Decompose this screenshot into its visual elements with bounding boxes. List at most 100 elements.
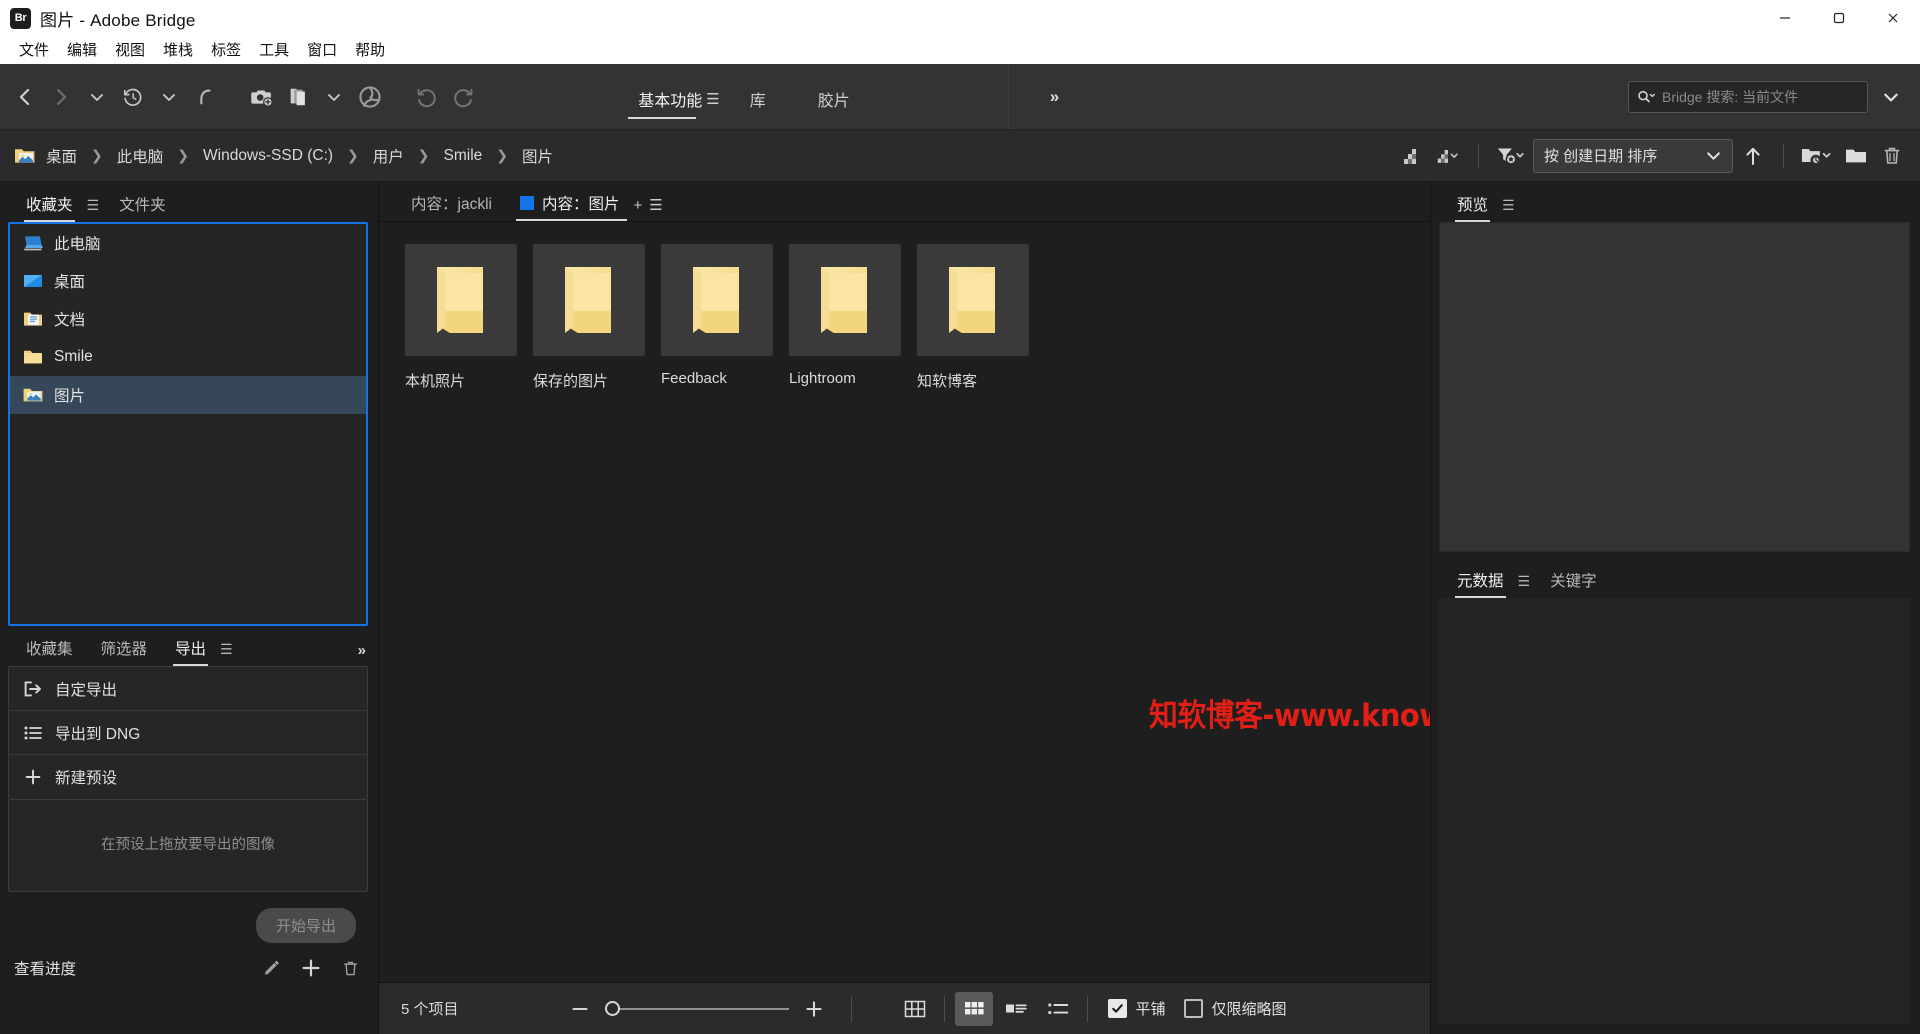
copy-chevron-down-icon[interactable]	[317, 77, 351, 117]
close-icon[interactable]	[1866, 0, 1920, 36]
sort-direction-arrow-up-icon[interactable]	[1737, 139, 1769, 173]
favorite-item-computer[interactable]: 此电脑	[10, 224, 366, 262]
grid-view-icon[interactable]	[896, 992, 934, 1026]
tab-preview[interactable]: 预览	[1443, 193, 1502, 222]
preview-hamburger-icon[interactable]: ☰	[1502, 197, 1521, 222]
metadata-panel: 元数据 ☰ 关键字	[1431, 558, 1920, 1034]
breadcrumb-item-3[interactable]: 用户	[367, 142, 410, 170]
trash-icon[interactable]	[341, 959, 360, 978]
recent-folders-icon[interactable]	[1798, 139, 1836, 173]
workspace-overflow-button[interactable]: »	[1008, 64, 1100, 129]
breadcrumb-item-4[interactable]: Smile	[438, 144, 489, 168]
favorites-hamburger-icon[interactable]: ☰	[87, 197, 106, 222]
copy-files-icon[interactable]	[281, 77, 315, 117]
export-hamburger-icon[interactable]: ☰	[220, 641, 239, 666]
tab-metadata[interactable]: 元数据	[1443, 569, 1518, 598]
thumbnail-only-checkbox-group[interactable]: 仅限缩略图	[1183, 998, 1287, 1019]
details-view-icon[interactable]	[997, 992, 1035, 1026]
menu-edit[interactable]: 编辑	[58, 37, 106, 62]
path-bar-actions: 按 创建日期 排序	[1396, 138, 1908, 173]
delete-icon[interactable]	[1876, 139, 1908, 173]
maximize-icon[interactable]	[1812, 0, 1866, 36]
thumbnail-size-slider[interactable]	[604, 999, 789, 1019]
grid-item[interactable]: 保存的图片	[533, 244, 645, 391]
menu-label[interactable]: 标签	[202, 37, 250, 62]
rating-filter-menu-icon[interactable]	[1432, 139, 1464, 173]
breadcrumb-item-5[interactable]: 图片	[516, 142, 559, 170]
tile-checkbox[interactable]	[1107, 999, 1127, 1018]
thumbnail-only-checkbox[interactable]	[1183, 999, 1203, 1018]
minimize-icon[interactable]	[1758, 0, 1812, 36]
menu-stacks[interactable]: 堆栈	[154, 37, 202, 62]
metadata-hamburger-icon[interactable]: ☰	[1518, 573, 1537, 598]
back-icon[interactable]	[8, 77, 42, 117]
workspace-tab-library[interactable]: 库	[724, 87, 792, 119]
menu-file[interactable]: 文件	[10, 37, 58, 62]
menu-view[interactable]: 视图	[106, 37, 154, 62]
rotate-cw-icon[interactable]	[446, 77, 480, 117]
content-tab-pictures[interactable]: 内容：图片	[506, 192, 634, 221]
tab-keywords[interactable]: 关键字	[1536, 569, 1611, 598]
favorite-item-documents[interactable]: 文档	[10, 300, 366, 338]
history-chevron-down-icon[interactable]	[152, 77, 186, 117]
tab-favorites[interactable]: 收藏夹	[12, 193, 87, 222]
export-dropzone[interactable]: 在预设上拖放要导出的图像	[8, 800, 368, 892]
breadcrumb-item-0[interactable]: 桌面	[40, 142, 83, 170]
tab-export[interactable]: 导出	[161, 637, 220, 666]
rating-filter-icon[interactable]	[1396, 139, 1428, 173]
export-preset-custom[interactable]: 自定导出	[9, 667, 367, 711]
favorite-item-desktop[interactable]: 桌面	[10, 262, 366, 300]
plus-icon[interactable]	[301, 958, 321, 978]
go-to-parent-icon[interactable]	[188, 77, 222, 117]
export-overflow-button[interactable]: »	[358, 642, 366, 666]
export-preset-new[interactable]: 新建预设	[9, 755, 367, 799]
breadcrumb-sep: ❯	[417, 147, 430, 163]
export-preset-dng[interactable]: 导出到 DNG	[9, 711, 367, 755]
forward-icon[interactable]	[44, 77, 78, 117]
workspace-tab-filmstrip[interactable]: 胶片	[792, 87, 876, 119]
breadcrumb-item-2[interactable]: Windows-SSD (C:)	[197, 144, 339, 168]
breadcrumb-item-1[interactable]: 此电脑	[111, 142, 170, 170]
content-hamburger-icon[interactable]: ☰	[649, 196, 669, 221]
favorite-item-pictures[interactable]: 图片	[10, 376, 366, 414]
grid-item-label: Lightroom	[789, 370, 856, 387]
tab-filter[interactable]: 筛选器	[87, 637, 162, 666]
grid-item[interactable]: Feedback	[661, 244, 773, 391]
workspace-tab-essentials[interactable]: 基本功能	[612, 87, 728, 119]
search-scope-chevron-down-icon[interactable]	[1874, 77, 1908, 117]
favorite-item-smile[interactable]: Smile	[10, 338, 366, 376]
aperture-icon[interactable]	[353, 77, 387, 117]
view-progress-link[interactable]: 查看进度	[14, 957, 76, 979]
start-export-button[interactable]: 开始导出	[255, 908, 356, 943]
history-clock-icon[interactable]	[116, 77, 150, 117]
grid-item[interactable]: Lightroom	[789, 244, 901, 391]
grid-item[interactable]: 本机照片	[405, 244, 517, 391]
tile-checkbox-group[interactable]: 平铺	[1107, 998, 1166, 1019]
list-view-icon[interactable]	[1039, 992, 1077, 1026]
thumbnail-view-icon[interactable]	[954, 991, 993, 1026]
menu-window[interactable]: 窗口	[298, 37, 346, 62]
menu-tools[interactable]: 工具	[250, 37, 298, 62]
watermark-text: 知软博客-www.knowr.cn	[1149, 698, 1430, 734]
zoom-in-plus-icon[interactable]	[803, 998, 825, 1020]
tab-folders[interactable]: 文件夹	[105, 193, 180, 222]
pencil-icon[interactable]	[262, 959, 281, 978]
recent-chevron-down-icon[interactable]	[80, 77, 114, 117]
add-content-tab-plus-icon[interactable]: +	[633, 197, 649, 221]
search-input[interactable]: Bridge 搜索: 当前文件	[1628, 80, 1868, 113]
sort-dropdown[interactable]: 按 创建日期 排序	[1533, 138, 1733, 173]
content-tab-jackli[interactable]: 内容：jackli	[397, 192, 506, 221]
content-grid-area[interactable]: 本机照片 保存的图片 Feedback Lightroom 知软博客 知软博客-…	[379, 222, 1430, 982]
favorites-panel-tabs: 收藏夹 ☰ 文件夹	[0, 182, 378, 222]
rotate-ccw-icon[interactable]	[410, 77, 444, 117]
new-folder-icon[interactable]	[1840, 139, 1872, 173]
filter-funnel-icon[interactable]	[1493, 139, 1529, 173]
camera-import-icon[interactable]	[245, 77, 279, 117]
tab-collections[interactable]: 收藏集	[12, 637, 87, 666]
thumbnail	[789, 244, 901, 356]
zoom-out-minus-icon[interactable]	[569, 998, 591, 1020]
slider-handle[interactable]	[604, 1001, 620, 1016]
export-panel-tabs: 收藏集 筛选器 导出 ☰ »	[0, 626, 378, 666]
menu-help[interactable]: 帮助	[346, 37, 394, 62]
grid-item[interactable]: 知软博客	[917, 244, 1029, 391]
